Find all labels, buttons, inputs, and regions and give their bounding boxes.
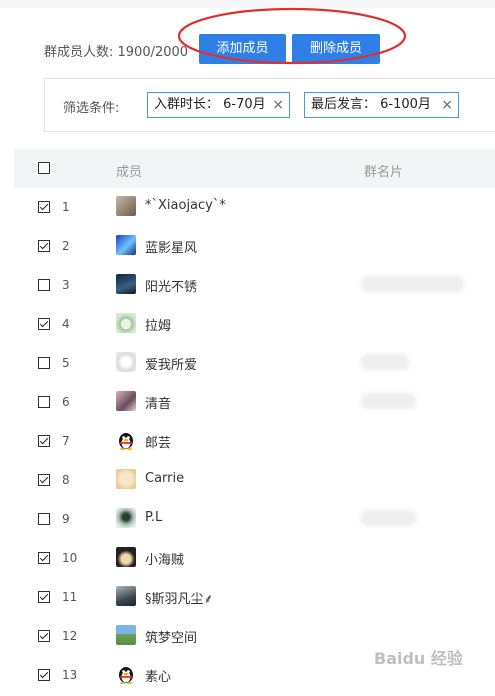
filter-tag-label: 入群时长： 6-70月: [154, 97, 266, 112]
blue-abstract-avatar: [116, 235, 136, 255]
cartoon-avatar: [116, 469, 136, 489]
dark-photo-avatar: [116, 274, 136, 294]
portrait-avatar: [116, 391, 136, 411]
member-count: 群成员人数: 1900/2000: [44, 45, 189, 60]
select-all-checkbox[interactable]: [38, 162, 50, 174]
row-checkbox[interactable]: [38, 240, 50, 252]
column-header-card: 群名片: [364, 165, 404, 180]
table-row[interactable]: 3 阳光不锈: [0, 266, 495, 305]
row-index: 7: [62, 434, 70, 448]
row-index: 6: [62, 395, 70, 409]
qq-penguin-avatar: [116, 430, 136, 450]
close-icon[interactable]: ×: [441, 93, 453, 117]
row-checkbox[interactable]: [38, 552, 50, 564]
group-card-redacted: [361, 276, 464, 292]
member-name: §斯羽凡尘⸙: [145, 592, 214, 607]
watermark: Baidu 经验: [374, 649, 463, 668]
member-name: 筑梦空间: [145, 631, 198, 646]
qq-penguin-avatar: [116, 664, 136, 684]
table-row[interactable]: 6 清音: [0, 383, 495, 422]
row-checkbox[interactable]: [38, 201, 50, 213]
row-index: 5: [62, 356, 70, 370]
table-row[interactable]: 10 小海贼: [0, 539, 495, 578]
table-row[interactable]: 9 P.L: [0, 500, 495, 539]
row-index: 9: [62, 512, 70, 526]
row-index: 3: [62, 278, 70, 292]
row-checkbox[interactable]: [38, 591, 50, 603]
row-index: 10: [62, 551, 78, 565]
member-name: 清音: [145, 397, 172, 412]
filter-tag-join-duration[interactable]: 入群时长： 6-70月 ×: [147, 92, 290, 118]
table-row[interactable]: 5 爱我所爱: [0, 344, 495, 383]
member-name: Carrie: [145, 471, 185, 486]
member-name: 阳光不锈: [145, 280, 198, 295]
annotation-ellipse: [177, 7, 407, 65]
row-checkbox[interactable]: [38, 357, 50, 369]
member-name: 拉姆: [145, 319, 172, 334]
member-name: 素心: [145, 670, 172, 685]
light-drawing-avatar: [116, 352, 136, 372]
row-index: 4: [62, 317, 70, 331]
row-index: 8: [62, 473, 70, 487]
member-name: P.L: [145, 510, 163, 525]
row-index: 1: [62, 200, 70, 214]
row-index: 11: [62, 590, 78, 604]
member-name: 郎芸: [145, 436, 172, 451]
table-row[interactable]: 4 拉姆: [0, 305, 495, 344]
filter-label: 筛选条件:: [63, 101, 120, 116]
group-card-redacted: [361, 510, 416, 526]
close-icon[interactable]: ×: [272, 93, 284, 117]
table-header: 成员 群名片: [14, 149, 495, 188]
column-header-member: 成员: [116, 165, 143, 180]
row-index: 12: [62, 629, 78, 643]
row-checkbox[interactable]: [38, 513, 50, 525]
filter-tag-last-speak[interactable]: 最后发言： 6-100月 ×: [304, 92, 459, 118]
filter-tag-label: 最后发言： 6-100月: [311, 97, 431, 112]
person-photo-avatar: [116, 586, 136, 606]
table-row[interactable]: 1 *`Xiaojacy`*: [0, 188, 495, 227]
member-name: 蓝影星风: [145, 241, 198, 256]
member-name: 小海贼: [145, 553, 185, 568]
row-checkbox[interactable]: [38, 669, 50, 681]
group-card-redacted: [361, 354, 409, 370]
row-checkbox[interactable]: [38, 630, 50, 642]
table-row[interactable]: 7 郎芸: [0, 422, 495, 461]
member-name: *`Xiaojacy`*: [145, 198, 226, 213]
table-row[interactable]: 11 §斯羽凡尘⸙: [0, 578, 495, 617]
group-card-redacted: [361, 393, 416, 409]
anime-avatar: [116, 547, 136, 567]
photo-avatar: [116, 196, 136, 216]
row-index: 13: [62, 668, 78, 682]
green-drawing-avatar: [116, 313, 136, 333]
filter-panel: 筛选条件: 入群时长： 6-70月 × 最后发言： 6-100月 ×: [44, 78, 495, 132]
row-index: 2: [62, 239, 70, 253]
row-checkbox[interactable]: [38, 279, 50, 291]
row-checkbox[interactable]: [38, 474, 50, 486]
row-checkbox[interactable]: [38, 396, 50, 408]
row-checkbox[interactable]: [38, 318, 50, 330]
row-checkbox[interactable]: [38, 435, 50, 447]
table-row[interactable]: 2 蓝影星风: [0, 227, 495, 266]
member-name: 爱我所爱: [145, 358, 198, 373]
sketch-avatar: [116, 508, 136, 528]
landscape-avatar: [116, 625, 136, 645]
table-row[interactable]: 8 Carrie: [0, 461, 495, 500]
